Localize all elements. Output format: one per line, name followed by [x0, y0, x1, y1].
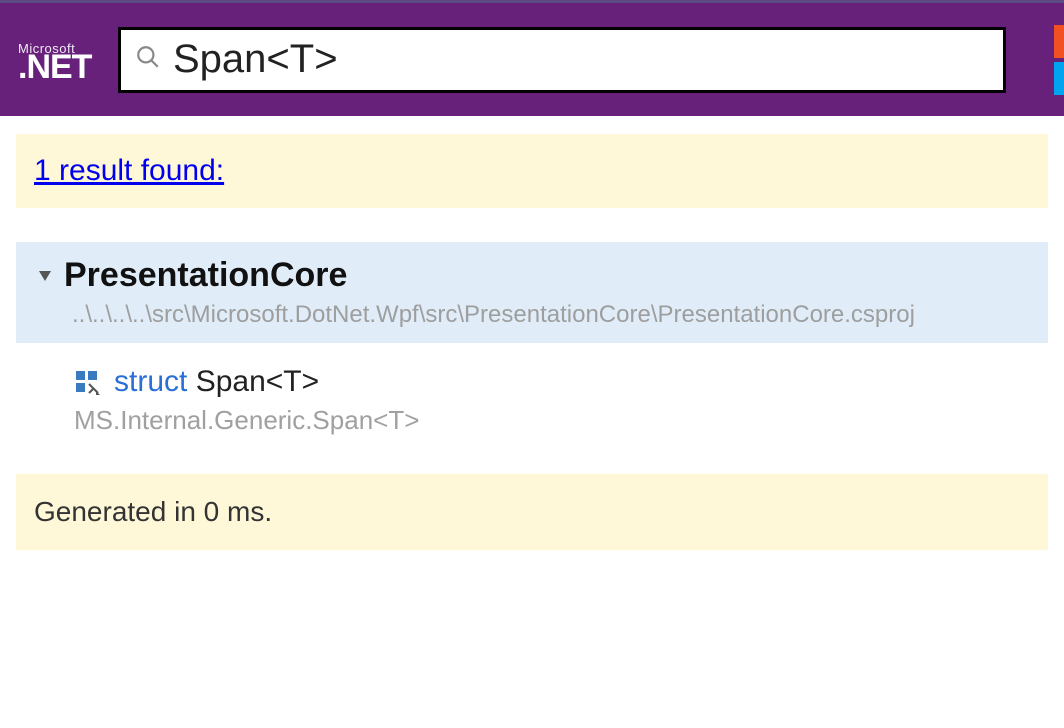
result-count-link[interactable]: 1 result found:: [34, 154, 224, 187]
struct-icon: [74, 368, 102, 396]
header-bar: Microsoft .NET: [0, 0, 1064, 116]
generation-time-text: Generated in 0 ms.: [34, 496, 272, 527]
collapse-triangle-icon[interactable]: [39, 271, 51, 281]
result-namespace: MS.Internal.Generic.Span<T>: [74, 405, 1048, 436]
dotnet-logo: Microsoft .NET: [18, 27, 98, 93]
result-item[interactable]: struct Span<T> MS.Internal.Generic.Span<…: [16, 343, 1048, 436]
project-name: PresentationCore: [64, 256, 347, 295]
logo-text-top: Microsoft: [18, 41, 75, 56]
project-header[interactable]: PresentationCore: [40, 256, 1030, 295]
content-area: 1 result found: PresentationCore ..\..\.…: [0, 116, 1064, 550]
search-box[interactable]: [118, 27, 1006, 93]
result-summary-box: 1 result found:: [16, 134, 1048, 208]
search-input[interactable]: [173, 37, 989, 82]
project-path: ..\..\..\..\src\Microsoft.DotNet.Wpf\src…: [40, 301, 1030, 329]
microsoft-logo-icon: [1054, 25, 1064, 95]
search-icon: [135, 44, 161, 75]
generation-time-box: Generated in 0 ms.: [16, 474, 1048, 550]
result-keyword: struct: [114, 365, 187, 398]
result-name: Span<T>: [196, 365, 319, 398]
project-group[interactable]: PresentationCore ..\..\..\..\src\Microso…: [16, 242, 1048, 343]
